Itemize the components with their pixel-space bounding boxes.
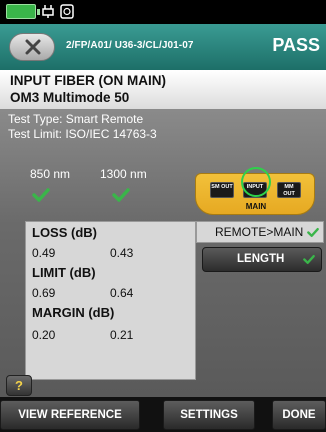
length-button[interactable]: LENGTH (202, 247, 322, 272)
port-diagram: SM OUT INPUT MM OUT MAIN (189, 167, 321, 217)
main-panel: Test Type: Smart Remote Test Limit: ISO/… (0, 110, 326, 397)
help-button[interactable]: ? (6, 375, 32, 396)
check-icon (112, 188, 130, 202)
fiber-id: 2/FP/A01/ U36-3/CL/J01-07 (66, 40, 194, 51)
direction-label: REMOTE>MAIN (215, 225, 304, 239)
margin-1300: 0.21 (110, 328, 134, 342)
result-header: 2/FP/A01/ U36-3/CL/J01-07 PASS (0, 24, 326, 70)
mm-out-port: MM OUT (277, 182, 301, 198)
fiber-title: INPUT FIBER (ON MAIN) OM3 Multimode 50 (0, 70, 326, 110)
battery-icon (6, 4, 40, 19)
status-bar (0, 0, 326, 24)
settings-button[interactable]: SETTINGS (163, 400, 255, 430)
results-panel: LOSS (dB) 0.49 0.43 LIMIT (dB) 0.69 0.64… (25, 221, 196, 380)
view-reference-button[interactable]: VIEW REFERENCE (0, 400, 140, 430)
loss-850: 0.49 (32, 246, 56, 260)
limit-850: 0.69 (32, 286, 56, 300)
done-button[interactable]: DONE (272, 400, 326, 430)
pass-status: PASS (272, 35, 320, 55)
direction-tab[interactable]: REMOTE>MAIN (196, 221, 324, 243)
limit-heading: LIMIT (dB) (32, 265, 96, 280)
footer-bar: VIEW REFERENCE SETTINGS DONE (0, 397, 326, 432)
main-label: MAIN (245, 202, 267, 211)
close-x-icon (25, 39, 41, 55)
adapter-icon (60, 4, 74, 19)
fiber-title-line1: INPUT FIBER (ON MAIN) (10, 73, 166, 88)
test-limit: Test Limit: ISO/IEC 14763-3 (8, 127, 157, 141)
loss-heading: LOSS (dB) (32, 225, 97, 240)
margin-850: 0.20 (32, 328, 56, 342)
limit-1300: 0.64 (110, 286, 134, 300)
check-icon (307, 228, 319, 237)
input-port-highlight (241, 167, 271, 197)
margin-heading: MARGIN (dB) (32, 305, 115, 320)
wavelength-850: 850 nm (30, 167, 71, 181)
fiber-title-line2: OM3 Multimode 50 (10, 90, 130, 105)
close-button[interactable] (9, 33, 55, 61)
main-unit: SM OUT INPUT MM OUT MAIN (195, 167, 315, 215)
loss-1300: 0.43 (110, 246, 134, 260)
sm-out-port: SM OUT (210, 182, 234, 198)
check-icon (303, 255, 315, 265)
plug-icon (42, 5, 54, 18)
wavelength-1300: 1300 nm (100, 167, 147, 181)
check-icon (32, 188, 50, 202)
length-label: LENGTH (237, 253, 285, 265)
test-type: Test Type: Smart Remote (8, 112, 144, 126)
